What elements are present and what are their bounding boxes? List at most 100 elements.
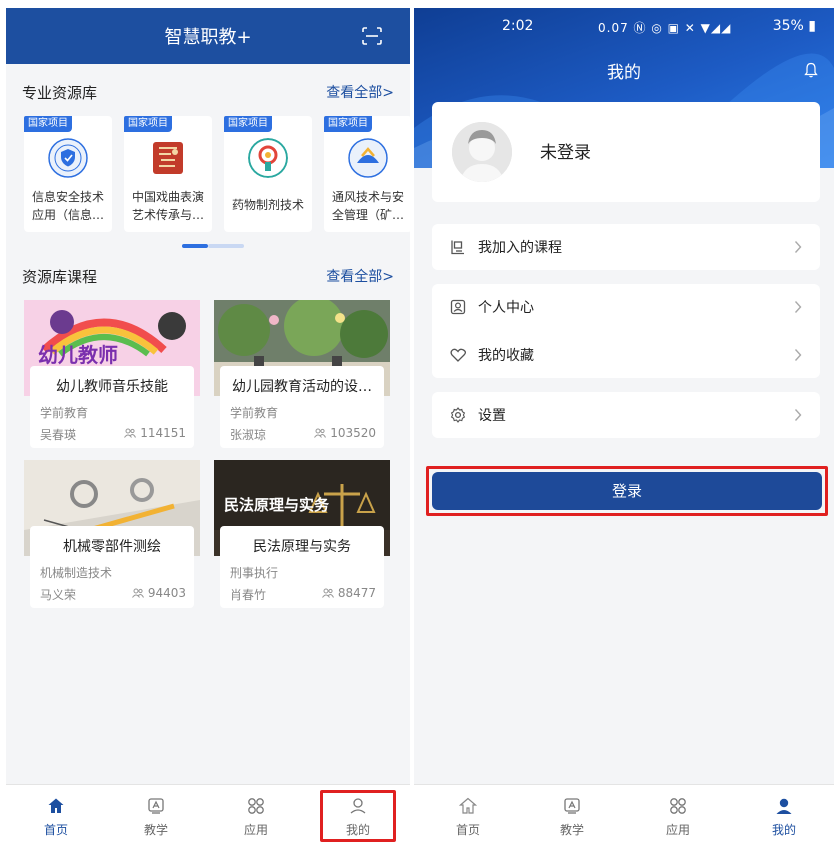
course-category: 刑事执行 xyxy=(230,566,279,580)
menu-label: 我的收藏 xyxy=(478,348,534,364)
course-name: 机械零部件测绘 xyxy=(63,539,161,555)
home-icon xyxy=(48,798,64,813)
course-teacher: 肖春竹 xyxy=(230,588,267,602)
tab-label: 我的 xyxy=(771,823,796,837)
chevron-right-icon xyxy=(794,349,802,361)
home-icon xyxy=(459,797,477,814)
battery-percent: 35% xyxy=(772,18,804,34)
resource-card[interactable]: 国家项目 中国戏曲表演艺术传承与… xyxy=(124,116,212,232)
course-section-title: 资源库课程 xyxy=(22,268,98,286)
tab-home[interactable]: 首页 xyxy=(428,785,508,843)
course-section-header: 资源库课程 查看全部> xyxy=(22,266,394,288)
tab-label: 教学 xyxy=(143,823,168,837)
tab-teaching[interactable]: 教学 xyxy=(116,785,196,843)
menu-group-courses: 我加入的课程 xyxy=(432,224,820,270)
resource-library-view-all[interactable]: 查看全部> xyxy=(326,82,394,102)
cover-text: 民法原理与实务 xyxy=(224,496,330,514)
course-views-count: 94403 xyxy=(147,586,186,600)
person-card-icon xyxy=(450,299,466,315)
national-project-badge: 国家项目 xyxy=(224,116,272,132)
mine-screen: 2:02 0.07 Ⓝ ◎ ▣ ✕ ▼◢◢ 35% ▮ 我的 未登录 我加入的课… xyxy=(414,8,834,843)
resource-name: 中国戏曲表演艺术传承与… xyxy=(131,190,204,222)
menu-item-settings[interactable]: 设置 xyxy=(432,392,820,438)
tab-label: 教学 xyxy=(559,823,584,837)
tab-teaching[interactable]: 教学 xyxy=(532,785,612,843)
course-name: 幼儿园教育活动的设… xyxy=(232,379,372,395)
pharmacy-logo xyxy=(248,138,288,178)
course-card[interactable]: 民法原理与实务 民法原理与实务 刑事执行 肖春竹 88477 xyxy=(214,460,390,608)
course-category: 学前教育 xyxy=(230,406,279,420)
tab-apps[interactable]: 应用 xyxy=(638,785,718,843)
app-header: 智慧职教+ xyxy=(6,8,410,64)
course-views-count: 88477 xyxy=(337,586,376,600)
status-bar: 2:02 0.07 Ⓝ ◎ ▣ ✕ ▼◢◢ 35% ▮ xyxy=(414,18,834,38)
avatar[interactable] xyxy=(452,122,512,182)
status-time: 2:02 xyxy=(502,18,534,34)
chevron-right-icon xyxy=(794,241,802,253)
tab-apps[interactable]: 应用 xyxy=(216,785,296,843)
user-icon xyxy=(776,798,792,814)
menu-label: 设置 xyxy=(478,408,506,424)
highlight-box xyxy=(320,790,396,842)
course-info: 幼儿园教育活动的设… 学前教育 张淑琼 103520 xyxy=(220,366,384,448)
shield-seal-logo xyxy=(48,138,88,178)
bell-icon[interactable] xyxy=(804,62,818,78)
screenshot-root: 智慧职教+ 专业资源库 查看全部> 国家项目 信息安全技术应用（信息… 国家项目… xyxy=(0,0,834,843)
resource-card[interactable]: 国家项目 通风技术与安全管理（矿… xyxy=(324,116,410,232)
app-title: 智慧职教+ xyxy=(164,27,252,48)
menu-item-personal-center[interactable]: 个人中心 xyxy=(432,284,820,330)
tab-label: 首页 xyxy=(43,823,68,837)
tab-home[interactable]: 首页 xyxy=(16,785,96,843)
course-section-view-all[interactable]: 查看全部> xyxy=(326,266,394,286)
course-name: 民法原理与实务 xyxy=(253,539,351,555)
course-card[interactable]: 幼儿园教育活动的设… 学前教育 张淑琼 103520 xyxy=(214,300,390,448)
course-views: 103520 xyxy=(314,426,376,440)
apps-icon xyxy=(670,798,686,814)
course-teacher: 马义荣 xyxy=(40,588,77,602)
course-info: 幼儿教师音乐技能 学前教育 吴春瑛 114151 xyxy=(30,366,194,448)
course-info: 民法原理与实务 刑事执行 肖春竹 88477 xyxy=(220,526,384,608)
course-teacher: 张淑琼 xyxy=(230,428,267,442)
course-card[interactable]: 机械零部件测绘 机械制造技术 马义荣 94403 xyxy=(24,460,200,608)
course-list-icon xyxy=(451,240,464,255)
course-card[interactable]: 幼儿教师 音乐技能 幼儿教师音乐技能 学前教育 吴春瑛 114151 xyxy=(24,300,200,448)
scan-icon[interactable] xyxy=(362,27,382,45)
resource-library-title: 专业资源库 xyxy=(22,84,98,102)
highlight-box xyxy=(426,466,828,516)
tab-label: 应用 xyxy=(665,823,690,837)
carousel-indicator xyxy=(182,244,244,248)
resource-name: 药物制剂技术 xyxy=(231,198,304,212)
tab-mine[interactable]: 我的 xyxy=(744,785,824,843)
chevron-right-icon xyxy=(794,301,802,313)
views-icon xyxy=(131,588,144,598)
heart-icon xyxy=(450,348,466,362)
bottom-tab-bar: 首页 教学 应用 我的 xyxy=(6,784,410,843)
resource-name: 信息安全技术应用（信息… xyxy=(31,190,104,222)
carousel-dot xyxy=(208,244,244,248)
battery-icon: ▮ xyxy=(808,18,816,34)
course-views: 114151 xyxy=(124,426,186,440)
views-icon xyxy=(314,428,327,438)
tab-label: 应用 xyxy=(243,823,268,837)
course-views: 88477 xyxy=(321,586,376,600)
teaching-icon xyxy=(148,798,164,814)
course-category: 学前教育 xyxy=(40,406,89,420)
default-avatar-icon xyxy=(452,122,512,182)
views-icon xyxy=(124,428,137,438)
resource-library-header: 专业资源库 查看全部> xyxy=(22,82,394,104)
menu-item-favorites[interactable]: 我的收藏 xyxy=(432,332,820,378)
menu-group-personal: 个人中心 我的收藏 xyxy=(432,284,820,378)
course-info: 机械零部件测绘 机械制造技术 马义荣 94403 xyxy=(30,526,194,608)
resource-carousel[interactable]: 国家项目 信息安全技术应用（信息… 国家项目 中国戏曲表演艺术传承与… 国家项目… xyxy=(24,116,410,232)
course-teacher: 吴春瑛 xyxy=(40,428,77,442)
profile-card[interactable]: 未登录 xyxy=(432,102,820,202)
resource-card[interactable]: 国家项目 信息安全技术应用（信息… xyxy=(24,116,112,232)
cover-text: 幼儿教师 xyxy=(38,343,118,367)
resource-card[interactable]: 国家项目 药物制剂技术 xyxy=(224,116,312,232)
national-project-badge: 国家项目 xyxy=(324,116,372,132)
course-views-count: 103520 xyxy=(330,426,376,440)
menu-item-my-courses[interactable]: 我加入的课程 xyxy=(432,224,820,270)
teaching-icon xyxy=(564,798,580,814)
page-title: 我的 xyxy=(607,63,641,83)
status-icons: 0.07 Ⓝ ◎ ▣ ✕ ▼◢◢ xyxy=(598,21,732,35)
